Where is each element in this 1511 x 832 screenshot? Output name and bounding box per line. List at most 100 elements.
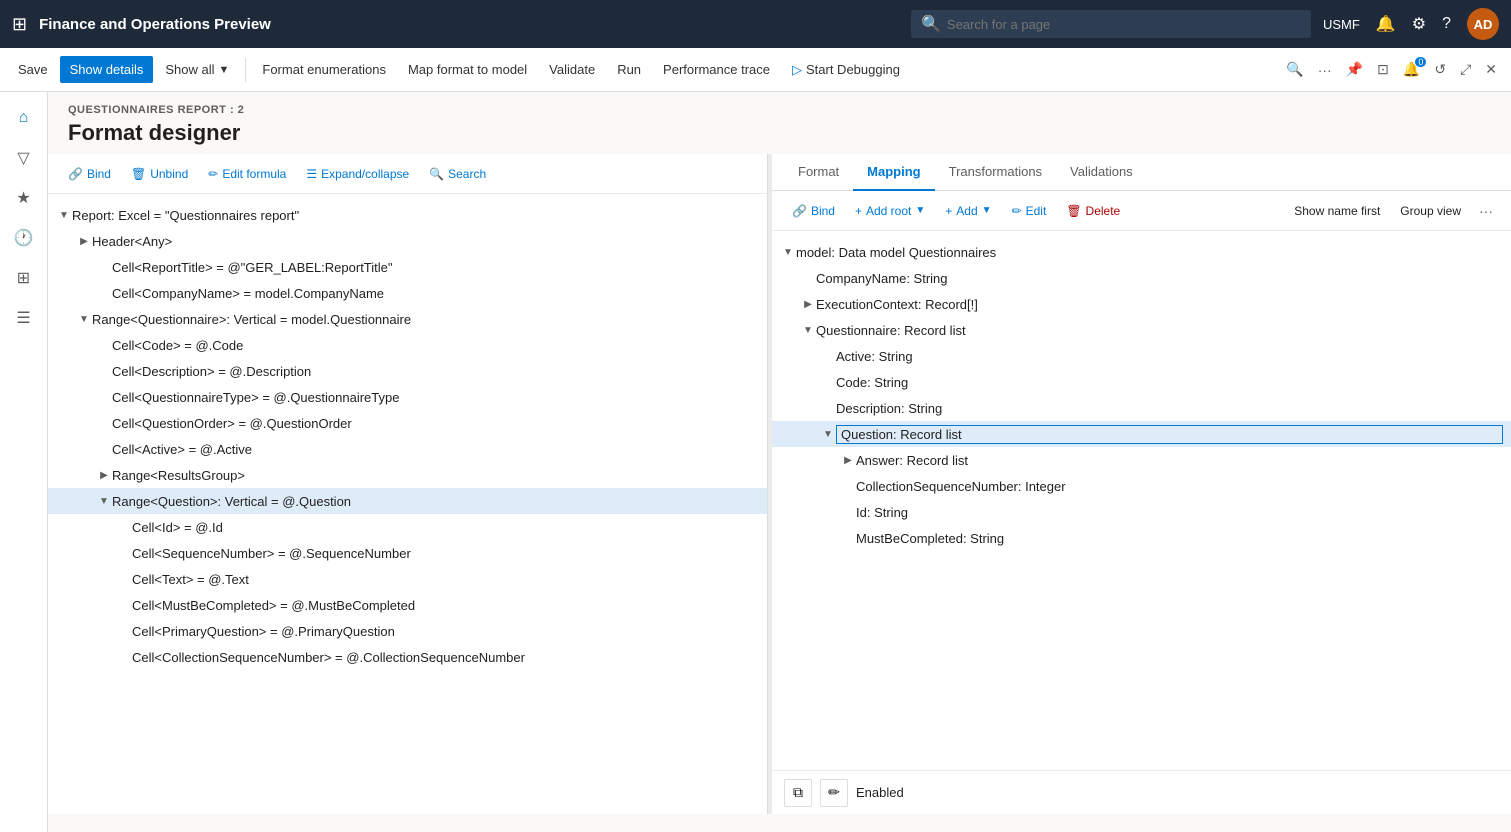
bind-button-left[interactable]: 🔗 Bind — [60, 163, 119, 185]
add-button-right[interactable]: + Add ▼ — [937, 200, 999, 222]
notification-icon[interactable]: 🔔 — [1376, 14, 1396, 34]
tab-transformations[interactable]: Transformations — [935, 154, 1056, 191]
left-tree-item-cell-text[interactable]: Cell<Text> = @.Text — [48, 566, 767, 592]
show-name-first-button[interactable]: Show name first — [1286, 200, 1388, 222]
left-tree-item-cell-report-title[interactable]: Cell<ReportTitle> = @"GER_LABEL:ReportTi… — [48, 254, 767, 280]
edit-icon-btn[interactable]: ✏ — [820, 779, 848, 807]
tab-mapping[interactable]: Mapping — [853, 154, 934, 191]
tree-toggle[interactable]: ▼ — [96, 496, 112, 507]
toolbar-more-icon[interactable]: ··· — [1312, 58, 1338, 82]
toolbar-badge-icon[interactable]: 🔔0 — [1397, 57, 1426, 82]
left-tree-item-range-questionnaire[interactable]: ▼Range<Questionnaire>: Vertical = model.… — [48, 306, 767, 332]
right-tree-item-question-rl[interactable]: ▼Question: Record list — [772, 421, 1511, 447]
left-tree-item-cell-collection-sequence[interactable]: Cell<CollectionSequenceNumber> = @.Colle… — [48, 644, 767, 670]
search-icon-left: 🔍 — [429, 167, 444, 181]
add-root-button[interactable]: + Add root ▼ — [847, 200, 933, 222]
global-search-input[interactable] — [947, 17, 1301, 32]
tree-toggle[interactable]: ▶ — [800, 299, 816, 310]
tree-toggle[interactable]: ▶ — [76, 236, 92, 247]
toolbar-expand-icon[interactable]: ⤢ — [1454, 57, 1477, 82]
left-tree-container[interactable]: ▼Report: Excel = "Questionnaires report"… — [48, 194, 767, 814]
add-icon-right: + — [945, 204, 952, 218]
unbind-button[interactable]: 🗑 Unbind — [123, 163, 196, 185]
help-icon[interactable]: ? — [1442, 15, 1451, 33]
tree-toggle[interactable]: ▶ — [840, 455, 856, 466]
toolbar-pin-icon[interactable]: 📌 — [1340, 57, 1369, 82]
tree-toggle[interactable]: ▼ — [820, 429, 836, 440]
left-tree-item-range-question[interactable]: ▼Range<Question>: Vertical = @.Question — [48, 488, 767, 514]
copy-icon-btn[interactable]: ⧉ — [784, 779, 812, 807]
tree-toggle[interactable]: ▼ — [56, 210, 72, 221]
tree-item-text: CollectionSequenceNumber: Integer — [856, 479, 1503, 494]
tree-toggle[interactable]: ▼ — [76, 314, 92, 325]
right-tree-item-model-root[interactable]: ▼model: Data model Questionnaires — [772, 239, 1511, 265]
search-button-left[interactable]: 🔍 Search — [421, 163, 494, 185]
delete-button-right[interactable]: 🗑 Delete — [1058, 200, 1128, 222]
show-details-button[interactable]: Show details — [60, 56, 154, 83]
right-tree-container[interactable]: ▼model: Data model QuestionnairesCompany… — [772, 231, 1511, 770]
left-tree-item-root[interactable]: ▼Report: Excel = "Questionnaires report" — [48, 202, 767, 228]
left-tree-item-cell-description[interactable]: Cell<Description> = @.Description — [48, 358, 767, 384]
sidebar-nav: ⌂ ▽ ★ 🕐 ⊞ ☰ — [0, 92, 48, 832]
right-tree-item-questionnaire[interactable]: ▼Questionnaire: Record list — [772, 317, 1511, 343]
grid-icon[interactable]: ⊞ — [12, 14, 27, 35]
format-enumerations-button[interactable]: Format enumerations — [252, 56, 396, 83]
user-avatar[interactable]: AD — [1467, 8, 1499, 40]
bind-button-right[interactable]: 🔗 Bind — [784, 200, 843, 222]
left-tree-item-cell-primary-question[interactable]: Cell<PrimaryQuestion> = @.PrimaryQuestio… — [48, 618, 767, 644]
sidebar-item-modules[interactable]: ☰ — [6, 300, 42, 336]
start-debugging-button[interactable]: ▷ Start Debugging — [782, 56, 910, 84]
panel-divider[interactable] — [768, 154, 772, 814]
main-toolbar: Save Show details Show all ▼ Format enum… — [0, 48, 1511, 92]
tree-item-text: Header<Any> — [92, 234, 759, 249]
edit-formula-button[interactable]: ✏ Edit formula — [200, 163, 294, 185]
right-tree-item-execution-context[interactable]: ▶ExecutionContext: Record[!] — [772, 291, 1511, 317]
left-tree-item-cell-active[interactable]: Cell<Active> = @.Active — [48, 436, 767, 462]
left-tree-item-cell-sequence-number[interactable]: Cell<SequenceNumber> = @.SequenceNumber — [48, 540, 767, 566]
validate-button[interactable]: Validate — [539, 56, 605, 83]
sidebar-item-filter[interactable]: ▽ — [6, 140, 42, 176]
left-tree-item-cell-must-be-completed[interactable]: Cell<MustBeCompleted> = @.MustBeComplete… — [48, 592, 767, 618]
left-tree-item-range-results-group[interactable]: ▶Range<ResultsGroup> — [48, 462, 767, 488]
settings-icon[interactable]: ⚙ — [1412, 14, 1426, 34]
sidebar-item-home[interactable]: ⌂ — [6, 100, 42, 136]
toolbar-close-icon[interactable]: ✕ — [1479, 57, 1503, 82]
left-tree-item-cell-question-order[interactable]: Cell<QuestionOrder> = @.QuestionOrder — [48, 410, 767, 436]
toolbar-separator-1 — [245, 58, 246, 82]
toolbar-refresh-icon[interactable]: ↺ — [1428, 57, 1452, 82]
left-tree-item-cell-code[interactable]: Cell<Code> = @.Code — [48, 332, 767, 358]
save-button[interactable]: Save — [8, 56, 58, 83]
right-tree-item-active[interactable]: Active: String — [772, 343, 1511, 369]
sidebar-item-recent[interactable]: 🕐 — [6, 220, 42, 256]
edit-button-right[interactable]: ✏ Edit — [1004, 200, 1055, 222]
right-tree-item-company-name[interactable]: CompanyName: String — [772, 265, 1511, 291]
map-format-to-model-button[interactable]: Map format to model — [398, 56, 537, 83]
left-tree-item-header[interactable]: ▶Header<Any> — [48, 228, 767, 254]
right-tree-item-answer-rl[interactable]: ▶Answer: Record list — [772, 447, 1511, 473]
global-search-box[interactable]: 🔍 — [911, 10, 1311, 38]
sidebar-item-workspaces[interactable]: ⊞ — [6, 260, 42, 296]
right-toolbar-more-icon[interactable]: ··· — [1473, 199, 1499, 223]
right-tree-item-description-str[interactable]: Description: String — [772, 395, 1511, 421]
right-tree-item-id-str[interactable]: Id: String — [772, 499, 1511, 525]
left-tree-item-cell-company-name[interactable]: Cell<CompanyName> = model.CompanyName — [48, 280, 767, 306]
expand-collapse-button[interactable]: ☰ Expand/collapse — [298, 163, 417, 185]
left-tree-item-cell-questionnaire-type[interactable]: Cell<QuestionnaireType> = @.Questionnair… — [48, 384, 767, 410]
group-view-button[interactable]: Group view — [1392, 200, 1469, 222]
tab-format[interactable]: Format — [784, 154, 853, 191]
panels: 🔗 Bind 🗑 Unbind ✏ Edit formula ☰ Expand/… — [48, 154, 1511, 814]
tree-toggle[interactable]: ▼ — [780, 247, 796, 258]
run-button[interactable]: Run — [607, 56, 651, 83]
tab-validations[interactable]: Validations — [1056, 154, 1147, 191]
toolbar-split-icon[interactable]: ⊡ — [1371, 57, 1395, 82]
sidebar-item-favorites[interactable]: ★ — [6, 180, 42, 216]
right-tree-item-collection-seq[interactable]: CollectionSequenceNumber: Integer — [772, 473, 1511, 499]
tree-toggle[interactable]: ▶ — [96, 470, 112, 481]
left-tree-item-cell-id[interactable]: Cell<Id> = @.Id — [48, 514, 767, 540]
right-tree-item-must-be-completed[interactable]: MustBeCompleted: String — [772, 525, 1511, 551]
toolbar-search-icon[interactable]: 🔍 — [1280, 57, 1309, 82]
tree-toggle[interactable]: ▼ — [800, 325, 816, 336]
right-tree-item-code[interactable]: Code: String — [772, 369, 1511, 395]
performance-trace-button[interactable]: Performance trace — [653, 56, 780, 83]
show-all-button[interactable]: Show all ▼ — [155, 56, 239, 83]
